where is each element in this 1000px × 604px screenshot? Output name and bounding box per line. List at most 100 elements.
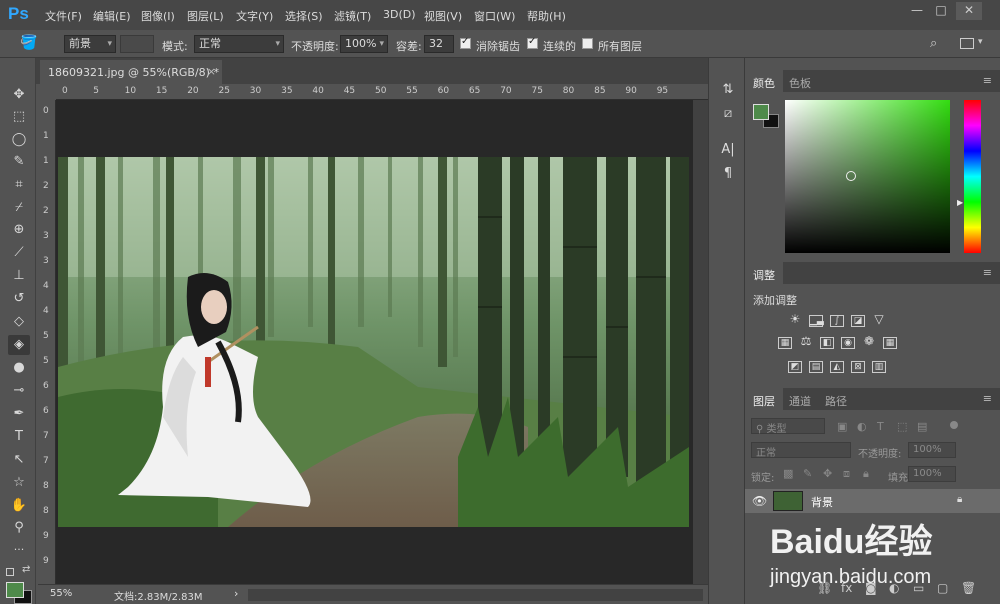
path-select-tool-icon[interactable]: ↖ (8, 450, 30, 470)
filter-type-icon[interactable]: T (877, 420, 884, 433)
mode-select[interactable]: 正常 ▾ (194, 35, 284, 53)
layers-panel-menu-icon[interactable]: ≡ (983, 392, 992, 405)
quick-select-tool-icon[interactable]: ✎ (8, 152, 30, 172)
menu-view[interactable]: 视图(V) (424, 8, 462, 24)
filter-smart-object-icon[interactable]: ▤ (917, 420, 927, 433)
menu-help[interactable]: 帮助(H) (527, 8, 566, 24)
menu-filter[interactable]: 滤镜(T) (334, 8, 371, 24)
color-balance-icon[interactable]: ⚖ (799, 335, 813, 348)
move-tool-icon[interactable]: ✥ (8, 85, 30, 105)
black-white-icon[interactable]: ◧ (820, 337, 834, 349)
more-tools-icon[interactable]: ··· (8, 540, 30, 560)
fill-source-select[interactable]: 前景 ▾ (64, 35, 116, 53)
zoom-level[interactable]: 55% (50, 588, 72, 599)
tab-layers[interactable]: 图层 (745, 388, 783, 410)
tab-paths[interactable]: 路径 (817, 388, 855, 410)
menu-3d[interactable]: 3D(D) (383, 8, 416, 21)
foreground-color-swatch[interactable] (6, 582, 24, 598)
maximize-button[interactable]: □ (928, 2, 954, 20)
panel-foreground-swatch[interactable] (753, 104, 769, 120)
document-image[interactable] (58, 157, 689, 527)
exposure-icon[interactable]: ◪ (851, 315, 865, 327)
menu-file[interactable]: 文件(F) (45, 8, 82, 24)
eraser-tool-icon[interactable]: ◇ (8, 312, 30, 332)
marquee-tool-icon[interactable]: ⬚ (8, 107, 30, 127)
filter-adjustment-icon[interactable]: ◐ (857, 420, 867, 433)
blend-mode-select[interactable]: 正常 (751, 442, 851, 459)
menu-type[interactable]: 文字(Y) (236, 8, 273, 24)
tab-adjustments[interactable]: 调整 (745, 262, 783, 284)
opacity-field[interactable]: 100% ▾ (340, 35, 388, 53)
paragraph-panel-icon[interactable]: ¶ (718, 164, 738, 184)
threshold-icon[interactable]: ◭ (830, 361, 844, 373)
status-menu-arrow[interactable]: › (234, 587, 238, 600)
pen-tool-icon[interactable]: ✒ (8, 404, 30, 424)
tab-color[interactable]: 颜色 (745, 70, 783, 92)
menu-edit[interactable]: 编辑(E) (93, 8, 131, 24)
fill-field[interactable]: 100% (908, 466, 956, 482)
filter-pixel-icon[interactable]: ▣ (837, 420, 847, 433)
horizontal-scrollbar[interactable] (248, 589, 703, 601)
visibility-eye-icon[interactable]: 👁︎ (752, 494, 767, 508)
menu-window[interactable]: 窗口(W) (474, 8, 515, 24)
swap-colors-icon[interactable]: ⇄ (22, 564, 30, 575)
posterize-icon[interactable]: ▤ (809, 361, 823, 373)
brightness-contrast-icon[interactable]: ☀ (788, 313, 802, 326)
vibrance-icon[interactable]: ▽ (872, 313, 886, 326)
layer-filter-select[interactable]: ⚲ 类型 (751, 418, 825, 435)
eyedropper-tool-icon[interactable]: ⌿ (8, 198, 30, 218)
blur-tool-icon[interactable]: ● (8, 358, 30, 378)
tolerance-field[interactable]: 32 (424, 35, 454, 53)
type-tool-icon[interactable]: T (8, 427, 30, 447)
lasso-tool-icon[interactable]: ◯ (8, 130, 30, 150)
curves-icon[interactable]: ∫ (830, 315, 844, 327)
lock-artboard-icon[interactable]: ⧈ (843, 467, 850, 481)
color-field[interactable] (785, 100, 950, 253)
tool-presets-icon[interactable]: ⧄ (718, 104, 738, 124)
minimize-button[interactable]: — (904, 2, 930, 20)
selective-color-icon[interactable]: ⊠ (851, 361, 865, 373)
document-tab[interactable]: 18609321.jpg @ 55%(RGB/8) * × (40, 60, 222, 84)
hue-slider-handle[interactable]: ▶ (957, 198, 963, 207)
color-picker-cursor[interactable] (846, 171, 856, 181)
hue-slider[interactable] (964, 100, 981, 253)
all-layers-checkbox[interactable] (582, 38, 593, 49)
history-brush-tool-icon[interactable]: ↺ (8, 289, 30, 309)
filter-toggle-icon[interactable] (950, 421, 958, 429)
filter-shape-icon[interactable]: ⬚ (897, 420, 907, 433)
close-window-button[interactable]: ✕ (956, 2, 982, 20)
search-icon[interactable]: ⌕ (930, 36, 937, 51)
hue-saturation-icon[interactable]: ▦ (778, 337, 792, 349)
antialias-checkbox[interactable] (460, 36, 471, 49)
shape-tool-icon[interactable]: ☆ (8, 473, 30, 493)
lock-pixels-icon[interactable]: ✎ (803, 467, 812, 480)
layer-opacity-field[interactable]: 100% (908, 442, 956, 458)
color-lookup-icon[interactable]: ▦ (883, 337, 897, 349)
gradient-map-icon[interactable]: ▥ (872, 361, 886, 373)
healing-brush-tool-icon[interactable]: ⊕ (8, 220, 30, 240)
close-tab-icon[interactable]: × (207, 65, 216, 78)
channel-mixer-icon[interactable]: ❁ (862, 335, 876, 348)
dodge-tool-icon[interactable]: ⊸ (8, 381, 30, 401)
levels-icon[interactable]: ▁▃ (809, 315, 824, 327)
color-panel-menu-icon[interactable]: ≡ (983, 74, 992, 87)
tab-swatches[interactable]: 色板 (781, 70, 819, 92)
contiguous-checkbox[interactable] (527, 36, 538, 49)
zoom-tool-icon[interactable]: ⚲ (8, 518, 30, 538)
default-colors-icon[interactable] (6, 568, 14, 576)
photo-filter-icon[interactable]: ◉ (841, 337, 855, 349)
adjustments-panel-menu-icon[interactable]: ≡ (983, 266, 992, 279)
crop-tool-icon[interactable]: ⌗ (8, 175, 30, 195)
chevron-down-icon[interactable]: ▾ (978, 37, 983, 47)
lock-transparent-icon[interactable]: ▩ (783, 467, 793, 480)
vertical-scrollbar[interactable] (693, 100, 708, 584)
lock-position-icon[interactable]: ✥ (823, 467, 832, 480)
invert-icon[interactable]: ◩ (788, 361, 802, 373)
pattern-picker[interactable] (120, 35, 154, 53)
paint-bucket-tool-icon[interactable]: ◈ (8, 335, 30, 355)
menu-layer[interactable]: 图层(L) (187, 8, 224, 24)
tab-channels[interactable]: 通道 (781, 388, 819, 410)
hand-tool-icon[interactable]: ✋ (8, 496, 30, 516)
menu-image[interactable]: 图像(I) (141, 8, 175, 24)
character-panel-icon[interactable]: A| (718, 140, 738, 160)
